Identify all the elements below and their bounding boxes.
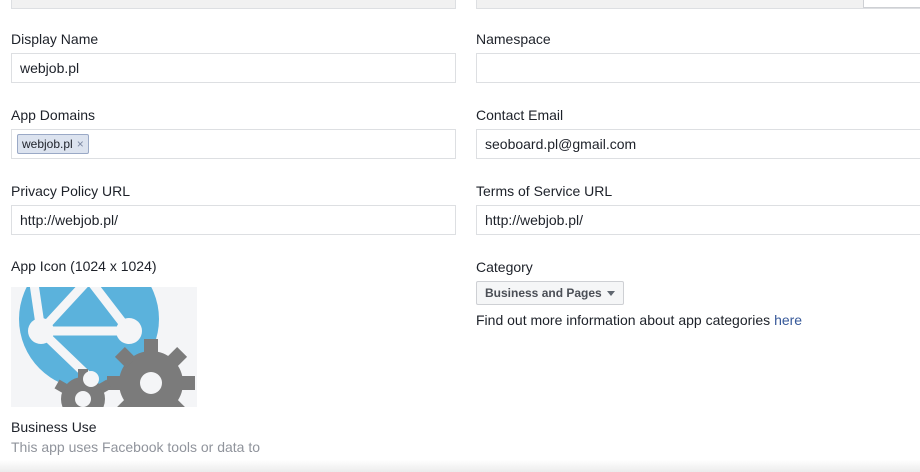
terms-of-service-input[interactable]: http://webjob.pl/ xyxy=(476,205,920,235)
contact-email-input[interactable]: seoboard.pl@gmail.com xyxy=(476,129,920,159)
business-use-description: This app uses Facebook tools or data to xyxy=(11,439,261,455)
app-domains-input[interactable]: webjob.pl × xyxy=(11,129,456,159)
privacy-policy-label: Privacy Policy URL xyxy=(11,183,131,199)
contact-email-label: Contact Email xyxy=(476,107,564,123)
terms-of-service-label: Terms of Service URL xyxy=(476,183,613,199)
domain-token[interactable]: webjob.pl × xyxy=(17,134,89,154)
category-info-text: Find out more information about app cate… xyxy=(476,312,771,328)
namespace-input[interactable] xyxy=(476,53,920,83)
domain-token-label: webjob.pl xyxy=(22,137,73,151)
app-icon-image[interactable] xyxy=(11,287,197,407)
bottom-divider xyxy=(0,460,920,472)
privacy-policy-value: http://webjob.pl/ xyxy=(20,212,119,228)
top-partial-button[interactable] xyxy=(863,0,920,8)
category-info-link[interactable]: here xyxy=(774,312,802,328)
caret-down-icon xyxy=(606,290,615,296)
top-partial-input-right xyxy=(476,0,920,9)
display-name-label: Display Name xyxy=(11,31,99,47)
display-name-value: webjob.pl xyxy=(20,60,80,76)
contact-email-value: seoboard.pl@gmail.com xyxy=(485,136,637,152)
category-label: Category xyxy=(476,259,533,275)
category-selected: Business and Pages xyxy=(485,286,602,300)
category-dropdown[interactable]: Business and Pages xyxy=(476,281,624,305)
app-icon-label: App Icon (1024 x 1024) xyxy=(11,258,157,274)
category-info: Find out more information about app cate… xyxy=(476,312,802,328)
app-domains-label: App Domains xyxy=(11,107,96,123)
top-partial-input-left xyxy=(11,0,456,9)
app-icon-graphic xyxy=(19,287,195,407)
terms-of-service-value: http://webjob.pl/ xyxy=(485,212,584,228)
namespace-label: Namespace xyxy=(476,31,551,47)
privacy-policy-input[interactable]: http://webjob.pl/ xyxy=(11,205,456,235)
display-name-input[interactable]: webjob.pl xyxy=(11,53,456,83)
business-use-label: Business Use xyxy=(11,419,97,435)
token-remove-icon[interactable]: × xyxy=(77,137,84,151)
